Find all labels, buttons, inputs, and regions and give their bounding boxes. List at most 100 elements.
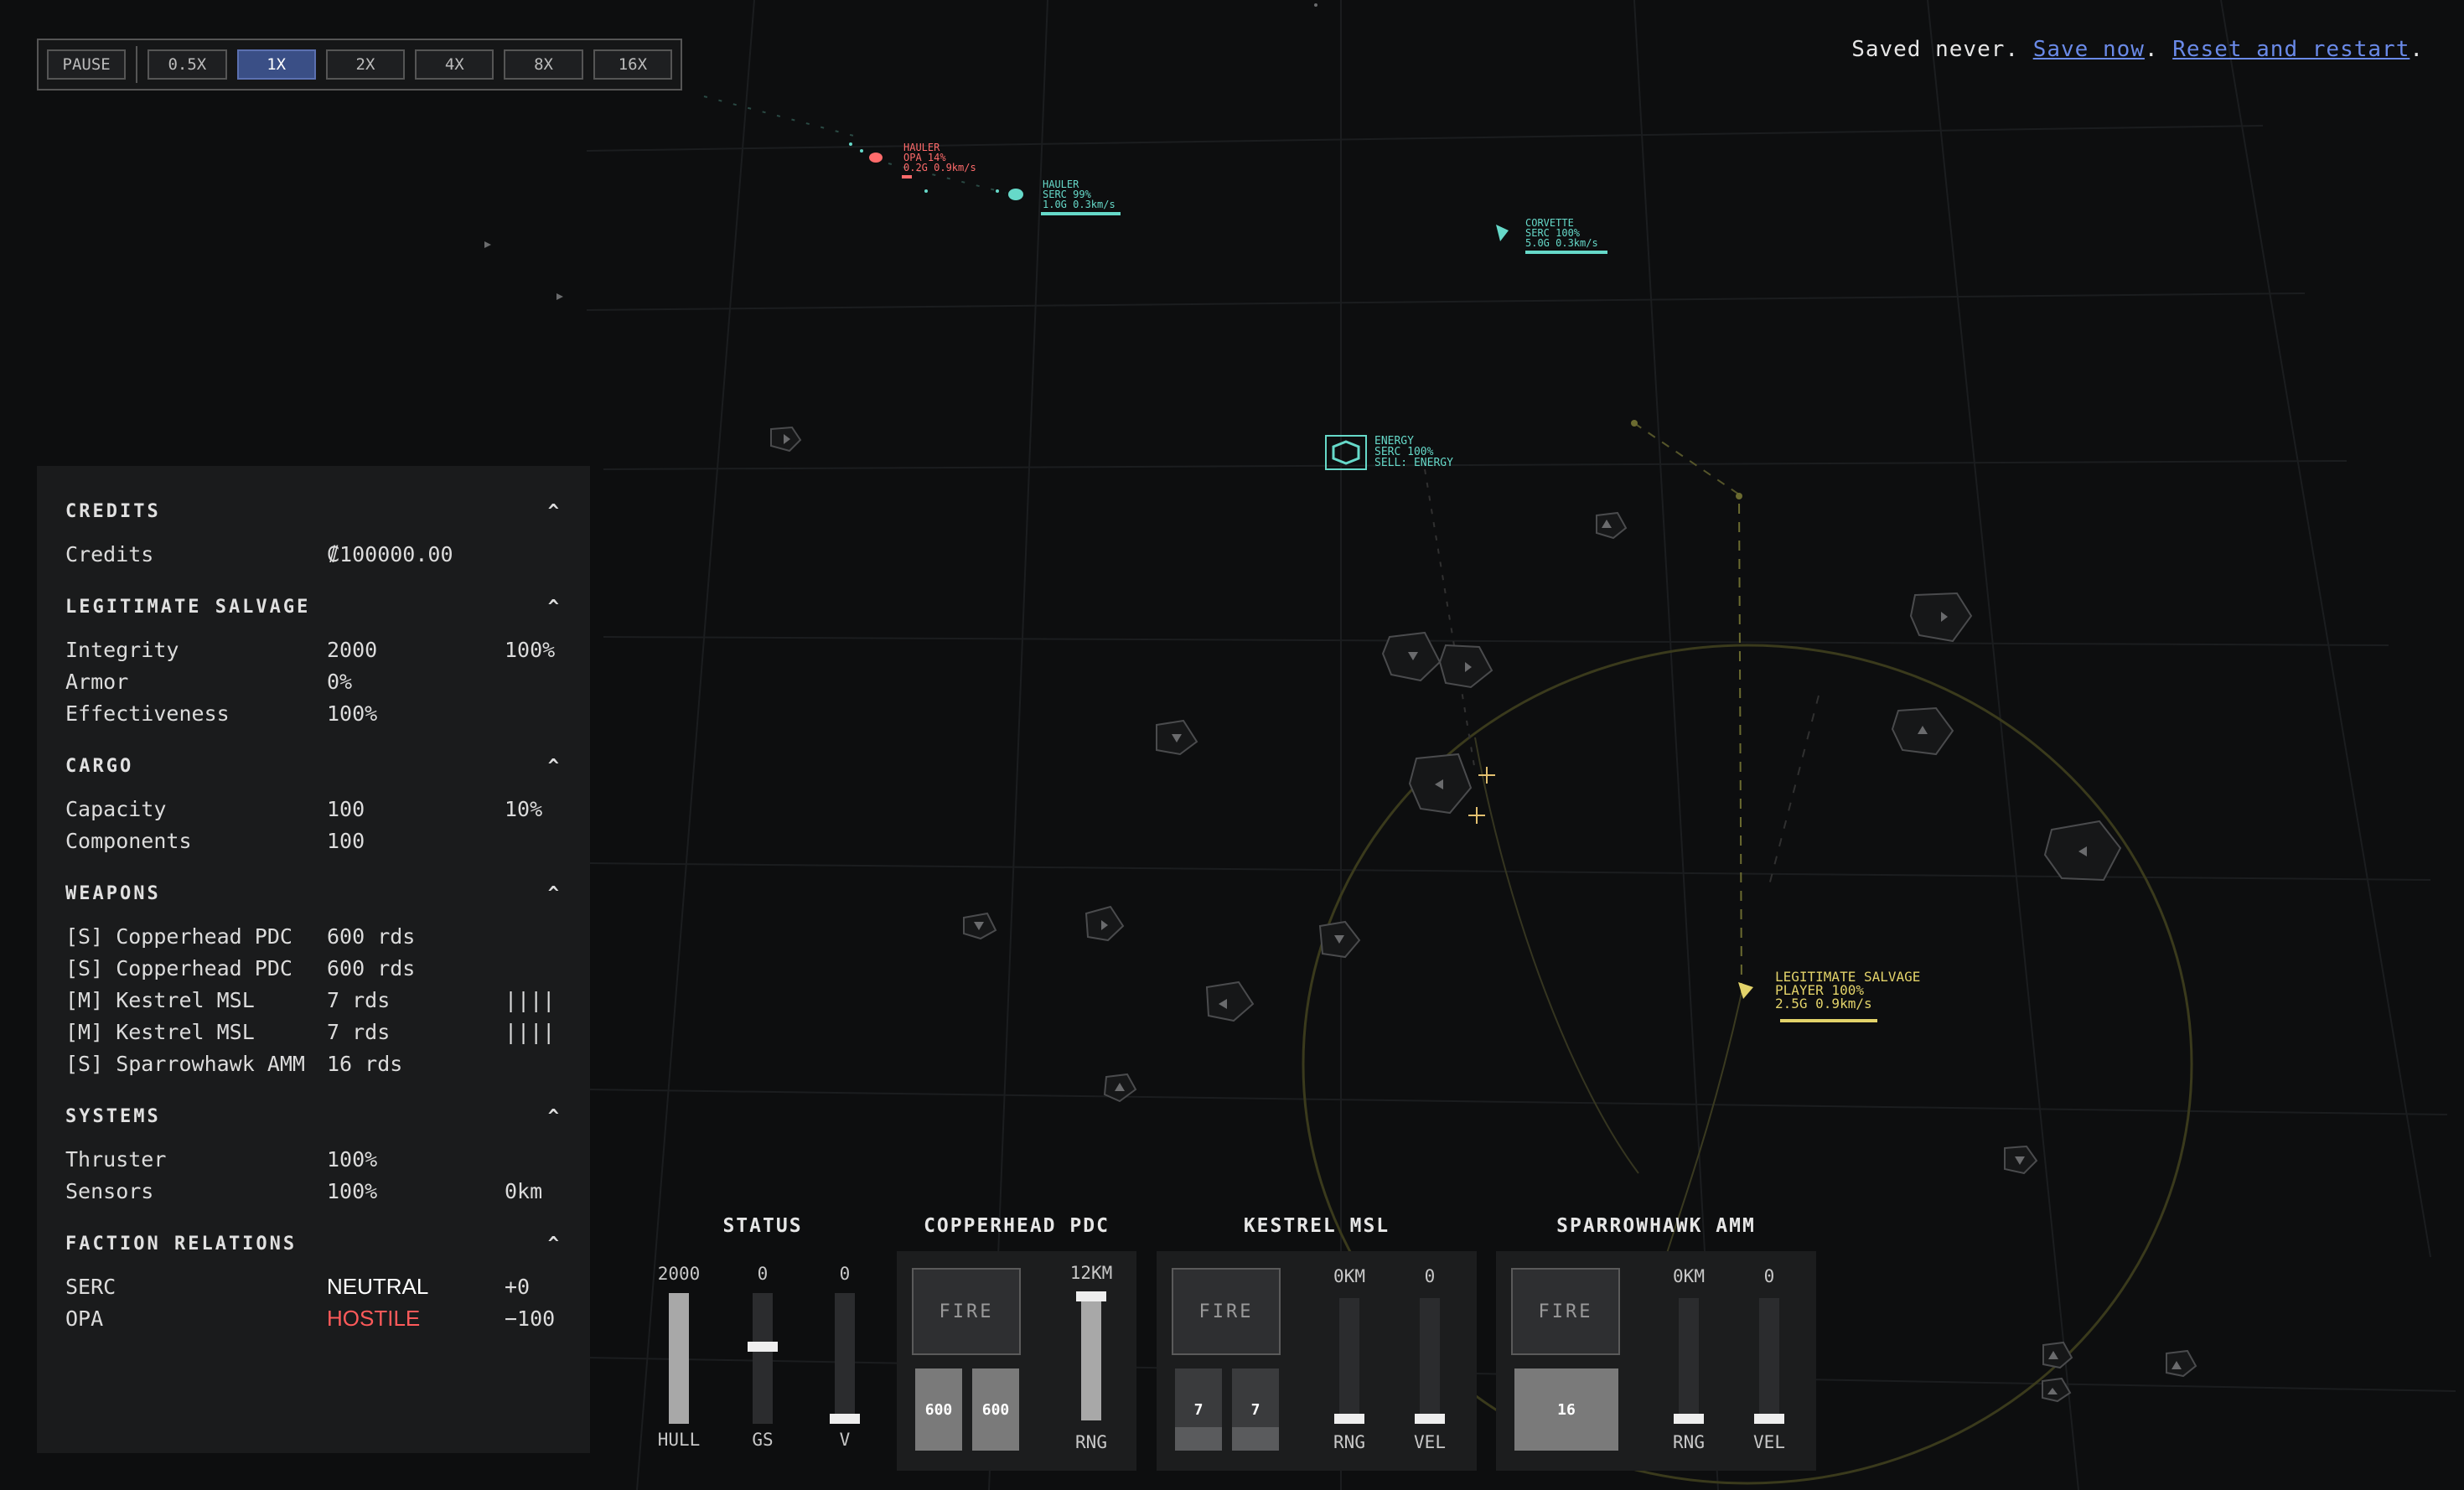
gs-slider-handle[interactable] [748,1341,778,1352]
section-factions: FACTION RELATIONS ^ SERC NEUTRAL +0 OPA HOSTIL… [65,1227,562,1334]
energy-station[interactable]: ENERGY SERC 100% SELL: ENERGY [1325,435,1453,470]
chevron-up-icon[interactable]: ^ [548,1106,562,1127]
speed-16x-button[interactable]: 16X [593,49,672,80]
v-slider[interactable] [830,1293,860,1424]
gs-label: GS [752,1430,774,1450]
info-value: ₡100000.00 [327,541,453,567]
info-row: Capacity 100 10% [65,793,562,825]
section-cargo-header[interactable]: CARGO ^ [65,749,562,783]
save-suffix: . [2410,37,2424,62]
section-ship: LEGITIMATE SALVAGE ^ Integrity 2000 100% Armo… [65,590,562,729]
time-controls: PAUSE 0.5X 1X 2X 4X 8X 16X [37,39,682,91]
pdc-title: COPPERHEAD PDC [924,1215,1110,1237]
speed-2x-button[interactable]: 2X [325,49,406,80]
info-row: Thruster 100% [65,1143,562,1175]
sparrow-velocity-slider[interactable] [1754,1298,1784,1424]
sparrow-title: SPARROWHAWK AMM [1556,1215,1756,1237]
section-title: FACTION RELATIONS [65,1233,298,1255]
chevron-up-icon[interactable]: ^ [548,501,562,522]
sparrow-velocity-handle[interactable] [1754,1414,1784,1424]
info-label: Armor [65,669,129,694]
info-row: OPA HOSTILE −100 [65,1302,562,1334]
info-value: 100 [327,796,365,821]
station-label-sell: SELL: ENERGY [1374,457,1453,469]
pdc-range-fill [1081,1295,1101,1420]
info-row: [M] Kestrel MSL 7 rds |||| [65,1016,562,1048]
section-title: CREDITS [65,500,161,522]
kestrel-ammo-2: 7 [1232,1368,1279,1451]
section-title: SYSTEMS [65,1105,161,1127]
hauler-serc-label-speed: 1.0G 0.3km/s [1043,199,1116,210]
kestrel-panel: FIRE 7 7 0KM RNG 0 VEL [1157,1251,1477,1471]
hull-fill [669,1293,689,1424]
kestrel-fire-button[interactable]: FIRE [1172,1268,1281,1355]
info-value: 100 [327,828,365,853]
info-label: [S] Copperhead PDC [65,955,292,980]
info-label: Sensors [65,1178,154,1203]
save-status-text: Saved never. [1851,37,2020,62]
reset-restart-link[interactable]: Reset and restart [2172,37,2410,62]
info-label: Capacity [65,796,167,821]
hauler-opa-label-speed: 0.2G 0.9km/s [903,162,976,173]
sparrow-ammo-count: 16 [1557,1400,1576,1419]
asteroid [2042,1341,2073,1369]
info-label: [S] Copperhead PDC [65,923,292,949]
section-title: CARGO [65,755,134,777]
hauler-opa-health-bar [902,175,912,178]
speed-8x-button[interactable]: 8X [504,49,583,80]
pdc-fire-button[interactable]: FIRE [912,1268,1021,1355]
asteroid [2166,1349,2197,1378]
kestrel-velocity-handle[interactable] [1415,1414,1445,1424]
info-value: 100% [327,1178,378,1203]
info-label: [M] Kestrel MSL [65,1019,255,1044]
sparrow-fire-button[interactable]: FIRE [1511,1268,1620,1355]
speed-4x-button[interactable]: 4X [415,49,494,80]
kestrel-range-slider[interactable] [1334,1298,1364,1424]
save-now-link[interactable]: Save now [2033,37,2145,62]
info-label: SERC [65,1274,116,1299]
section-weapons: WEAPONS ^ [S] Copperhead PDC 600 rds [S] Cop… [65,877,562,1079]
speed-0.5x-button[interactable]: 0.5X [148,49,227,80]
pdc-range-slider[interactable] [1076,1291,1106,1420]
info-label: Effectiveness [65,701,230,726]
chevron-up-icon[interactable]: ^ [548,1234,562,1255]
kestrel-velocity-slider[interactable] [1415,1298,1445,1424]
section-factions-header[interactable]: FACTION RELATIONS ^ [65,1227,562,1260]
player-ship[interactable]: LEGITIMATE SALVAGE PLAYER 100% 2.5G 0.9k… [1738,969,1920,1022]
hauler-serc-health-bar [1041,212,1121,215]
info-extra: +0 [505,1274,531,1299]
info-label: Credits [65,541,154,567]
kestrel-ammo-1: 7 [1175,1368,1222,1451]
trajectory-lines [703,96,1820,1342]
chevron-up-icon[interactable]: ^ [548,883,562,904]
pause-button[interactable]: PAUSE [47,49,127,80]
section-ship-header[interactable]: LEGITIMATE SALVAGE ^ [65,590,562,623]
chevron-up-icon[interactable]: ^ [548,597,562,618]
info-value: 7 rds [327,987,391,1012]
v-slider-handle[interactable] [830,1414,860,1424]
info-value: 100% [327,701,378,726]
gs-slider[interactable] [748,1293,778,1424]
info-value: 0% [327,669,353,694]
info-extra: −100 [505,1306,556,1331]
speed-1x-button[interactable]: 1X [236,49,316,80]
chevron-up-icon[interactable]: ^ [548,756,562,777]
sparrow-range-slider[interactable] [1674,1298,1704,1424]
section-cargo: CARGO ^ Capacity 100 10% Components 100 [65,749,562,856]
info-row: [S] Copperhead PDC 600 rds [65,952,562,984]
info-value: 16 rds [327,1051,403,1076]
pdc-ammo-2: 600 [972,1368,1019,1451]
section-weapons-header[interactable]: WEAPONS ^ [65,877,562,910]
kestrel-range-label: RNG [1333,1432,1365,1452]
info-label: Thruster [65,1146,167,1172]
section-systems-header[interactable]: SYSTEMS ^ [65,1099,562,1133]
section-credits-header[interactable]: CREDITS ^ [65,494,562,528]
kestrel-range-handle[interactable] [1334,1414,1364,1424]
info-label: Components [65,828,192,853]
corvette-ship[interactable]: CORVETTE SERC 100% 5.0G 0.3km/s [1496,217,1607,254]
info-value: 7 rds [327,1019,391,1044]
hauler-serc-ship[interactable]: HAULER SERC 99% 1.0G 0.3km/s [1008,178,1121,215]
pdc-range-handle[interactable] [1076,1291,1106,1301]
kestrel-velocity-value: 0 [1424,1266,1436,1286]
sparrow-range-handle[interactable] [1674,1414,1704,1424]
